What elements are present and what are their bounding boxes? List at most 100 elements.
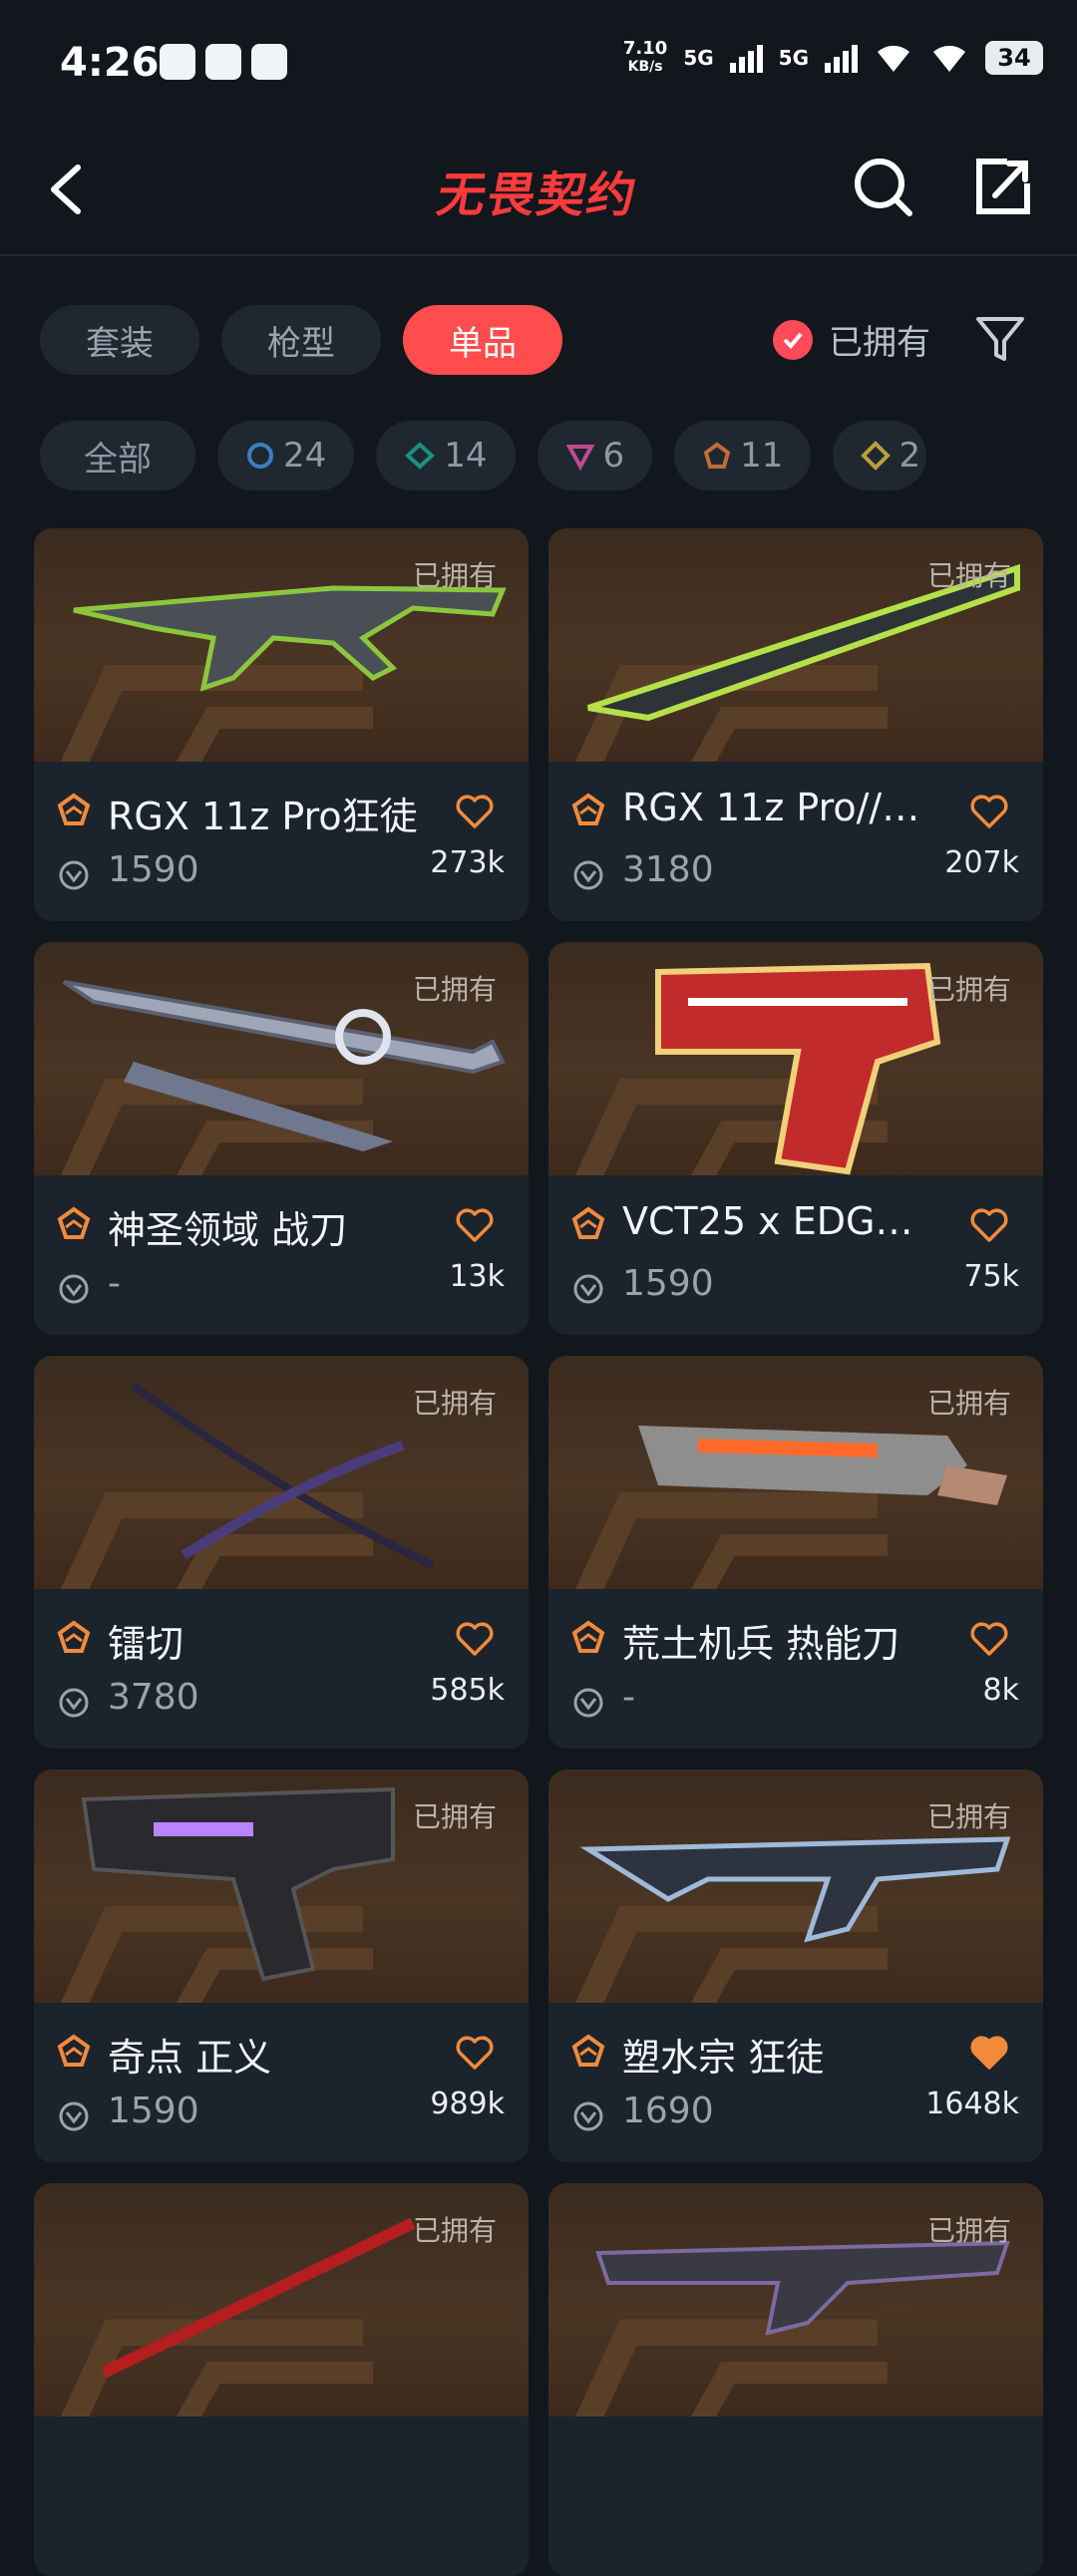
share-icon[interactable] [967,152,1037,221]
skin-card[interactable]: 已拥有 RGX 11z Pro狂徒 1590 273k [34,528,529,921]
rarity-filter-row: 全部 24 14 6 11 2 [40,421,927,490]
tab-bundles[interactable]: 套装 [40,305,199,375]
heart-icon[interactable] [969,1207,1009,1243]
rarity-exclusive[interactable]: 11 [674,421,812,490]
skin-card[interactable]: 已拥有 奇点 正义 1590 989k [34,1770,529,2162]
skin-image: 已拥有 [548,1356,1043,1589]
rarity-premium[interactable]: 6 [537,421,653,490]
skin-price: 1690 [622,2091,714,2131]
exclusive-tier-icon [56,792,92,827]
like-count: 989k [430,2087,505,2121]
valorant-points-icon [58,2100,90,2132]
rarity-select[interactable]: 24 [217,421,355,490]
heart-icon[interactable] [455,1207,495,1243]
skin-price: - [108,1263,121,1304]
skin-card[interactable]: 已拥有 [34,2183,529,2576]
search-icon[interactable] [848,152,917,221]
valorant-points-icon [58,1687,90,1719]
exclusive-tier-icon [56,2033,92,2069]
skin-info: VCT25 x EDG… 1590 75k [548,1175,1043,1335]
skin-price: 3180 [622,849,714,890]
filter-icon[interactable] [972,311,1028,367]
premium-tier-icon [565,445,594,471]
skin-name: RGX 11z Pro狂徒 [108,795,418,838]
wifi-icon [878,45,909,72]
heart-icon[interactable] [969,2035,1009,2071]
owned-tag: 已拥有 [926,973,1011,1006]
valorant-points-icon [58,1273,90,1305]
exclusive-tier-icon [570,1205,606,1241]
owned-tag: 已拥有 [412,559,497,592]
owned-tag: 已拥有 [412,1387,497,1420]
skin-price: 1590 [622,1263,714,1304]
skin-card[interactable]: 已拥有 镭切 3780 585k [34,1356,529,1749]
type-tabs: 套装 枪型 单品 [40,305,562,375]
skin-card[interactable]: 已拥有 VCT25 x EDG… 1590 75k [548,942,1043,1335]
owned-tag: 已拥有 [926,2214,1011,2247]
skin-image: 已拥有 [34,1770,529,2003]
owned-filter-label: 已拥有 [829,323,930,363]
select-tier-icon [247,443,273,469]
heart-icon[interactable] [455,2035,495,2071]
app-notification-icon [160,44,195,80]
rarity-all[interactable]: 全部 [40,421,195,490]
heart-icon[interactable] [969,1621,1009,1657]
owned-tag: 已拥有 [926,1387,1011,1420]
wifi-icon [933,45,965,72]
deluxe-tier-icon [405,442,436,470]
exclusive-tier-icon [56,1619,92,1655]
like-count: 1648k [925,2087,1019,2121]
owned-tag: 已拥有 [926,559,1011,592]
skin-name: 神圣领域 战刀 [108,1208,348,1252]
exclusive-tier-icon [703,442,731,469]
skin-info: RGX 11z Pro//… 3180 207k [548,762,1043,921]
like-count: 8k [982,1673,1019,1708]
rarity-ultra[interactable]: 2 [833,421,927,490]
like-count: 273k [430,845,505,880]
app-header: 无畏契约 [0,130,1077,256]
valorant-points-icon [572,859,604,891]
skin-image: 已拥有 [548,1770,1043,2003]
skin-card[interactable]: 已拥有塑水宗 狂徒 1690 1648k [548,1770,1043,2162]
valorant-points-icon [58,859,90,891]
app-notification-icon [251,44,287,80]
heart-icon[interactable] [455,794,495,829]
skin-image: 已拥有 [34,528,529,762]
like-count: 207k [944,845,1019,880]
signal-icon [825,43,858,73]
checkmark-icon[interactable] [773,319,813,360]
skin-info: 塑水宗 狂徒 1690 1648k [548,2003,1043,2162]
exclusive-tier-icon [570,2033,606,2069]
skin-image: 已拥有 [34,1356,529,1589]
valorant-points-icon [572,1687,604,1719]
skin-card[interactable]: 已拥有 神圣领域 战刀 - 13k [34,942,529,1335]
exclusive-tier-icon [570,792,606,827]
signal-icon [729,43,763,73]
skin-card[interactable]: 已拥有 RGX 11z Pro//… 3180 207k [548,528,1043,921]
valorant-points-icon [572,2100,604,2132]
exclusive-tier-icon [570,1619,606,1655]
notification-icons [160,44,287,80]
skin-info: 奇点 正义 1590 989k [34,2003,529,2162]
skin-name: 奇点 正义 [108,2036,272,2080]
skin-price: 1590 [108,849,199,890]
status-bar: 4:26 7.10 KB/s 5G 5G 34 [0,0,1077,130]
rarity-deluxe[interactable]: 14 [376,421,516,490]
skin-card[interactable]: 已拥有 荒土机兵 热能刀 - 8k [548,1356,1043,1749]
like-count: 585k [430,1673,505,1708]
tab-weapon-types[interactable]: 枪型 [221,305,381,375]
skin-info: 荒土机兵 热能刀 - 8k [548,1589,1043,1749]
network-type-2: 5G [778,46,809,70]
owned-filter-toggle[interactable]: 已拥有 [773,315,930,364]
skin-card[interactable]: 已拥有 [548,2183,1043,2576]
skin-price: - [622,1677,635,1718]
tab-single-items[interactable]: 单品 [403,305,562,375]
skin-name: VCT25 x EDG… [622,1199,913,1243]
heart-icon[interactable] [969,794,1009,829]
owned-tag: 已拥有 [412,2214,497,2247]
skin-image: 已拥有 [548,528,1043,762]
ultra-tier-icon [861,441,892,471]
heart-icon[interactable] [455,1621,495,1657]
skin-name: 塑水宗 狂徒 [622,2036,825,2080]
status-time: 4:26 [60,40,160,86]
